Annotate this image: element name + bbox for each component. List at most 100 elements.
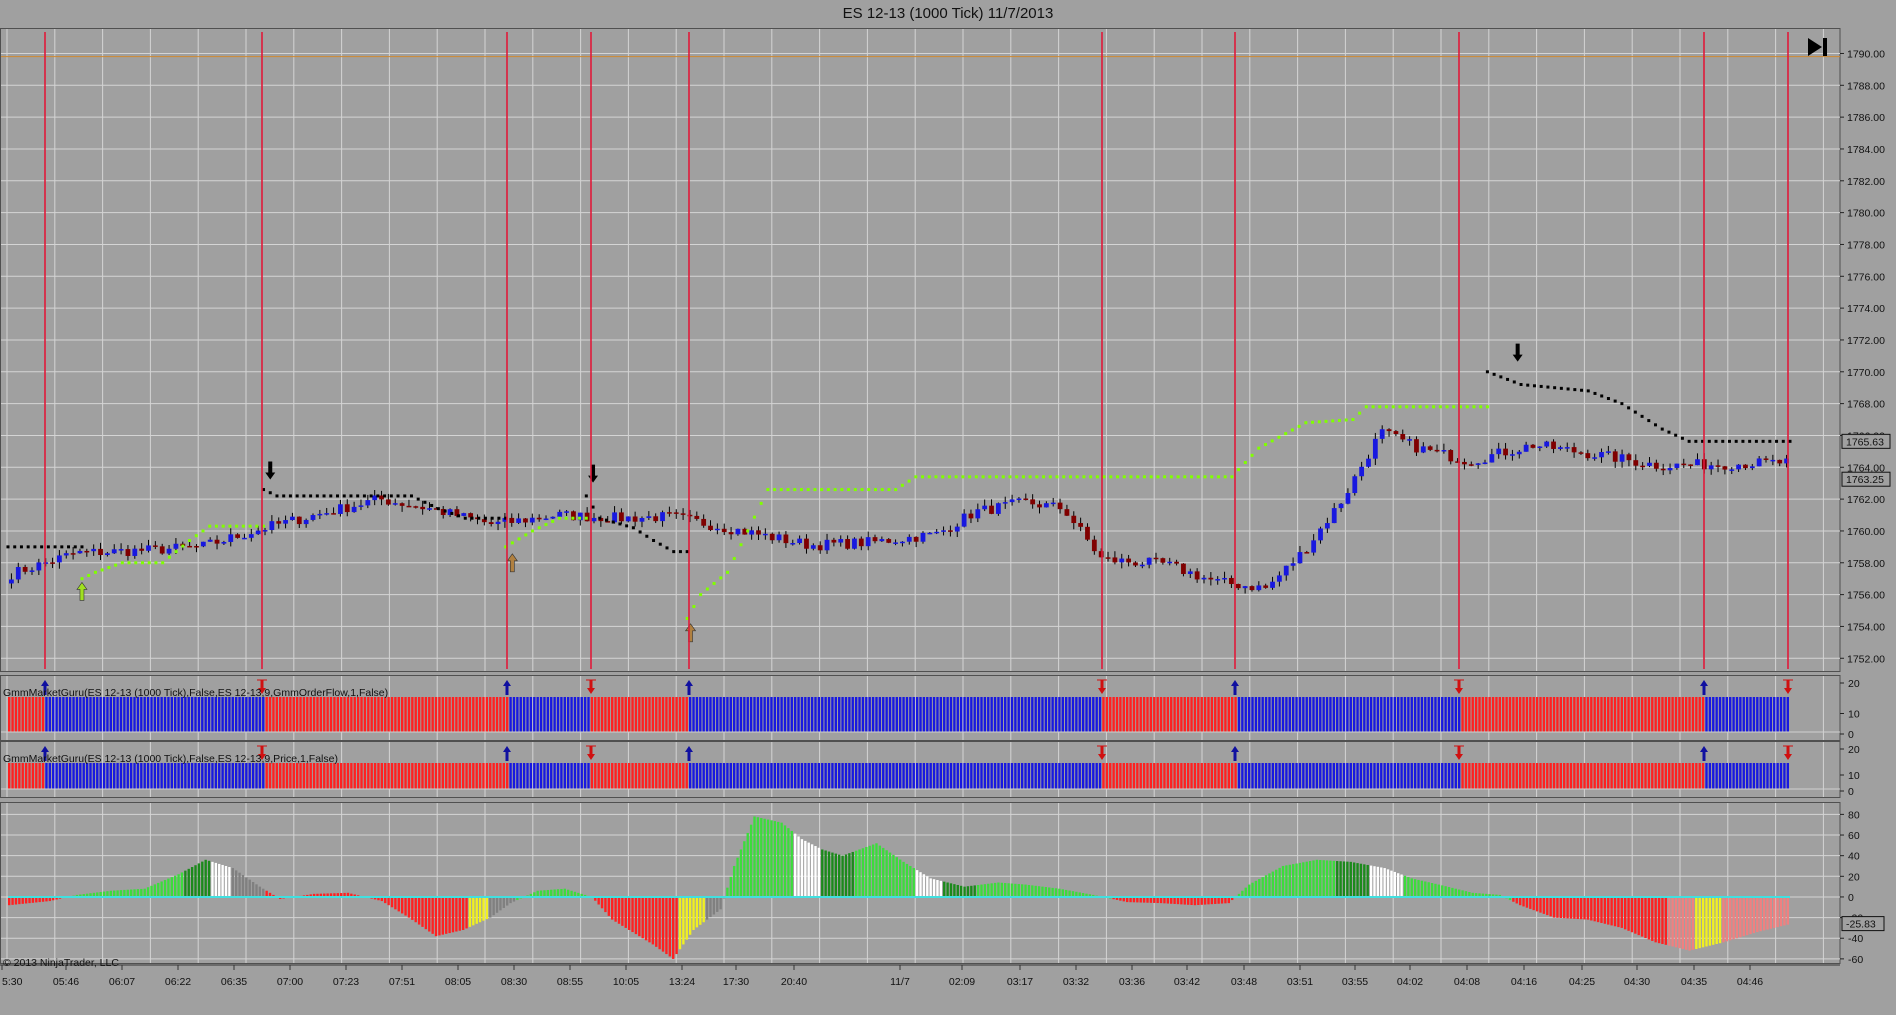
- oscillator-bar: [983, 884, 987, 897]
- histogram-bar: [1434, 763, 1437, 789]
- oscillator-bar: [1024, 884, 1027, 897]
- oscillator-bar: [790, 830, 793, 897]
- arrow-shape: [1512, 343, 1523, 362]
- histogram-bar: [1264, 697, 1268, 732]
- histogram-bar: [1766, 697, 1769, 732]
- histogram-bar: [1515, 763, 1518, 789]
- histogram-bar: [668, 763, 671, 789]
- trailing-stop-dot: [214, 524, 218, 528]
- oscillator-bar: [1664, 896, 1668, 945]
- oscillator-bar: [143, 888, 146, 897]
- trailing-stop-dot: [1748, 439, 1752, 443]
- trailing-stop-dot: [907, 479, 911, 483]
- candle-up: [961, 513, 967, 527]
- histogram-bar: [197, 697, 201, 732]
- y-tick-label: 1754.00: [1847, 621, 1885, 633]
- candle-up: [111, 549, 117, 554]
- buy-arrow-icon: [76, 581, 88, 601]
- histogram-bar: [1380, 763, 1383, 789]
- oscillator-bar: [1315, 859, 1319, 897]
- candle-up: [1379, 429, 1385, 439]
- oscillator-bar: [987, 883, 990, 897]
- histogram-bar: [1122, 763, 1125, 789]
- histogram-bar: [404, 697, 407, 732]
- histogram-bar: [1251, 697, 1254, 732]
- trailing-stop-dot: [1351, 418, 1355, 422]
- oscillator-bar: [705, 896, 709, 920]
- histogram-bar: [489, 763, 492, 789]
- histogram-bar: [1136, 763, 1139, 789]
- histogram-bar: [1573, 763, 1576, 789]
- histogram-bar: [756, 697, 760, 732]
- trailing-stop-dot: [140, 561, 144, 565]
- histogram-bar: [1183, 763, 1186, 789]
- histogram-bar: [99, 763, 102, 789]
- x-tick-label: 04:02: [1397, 976, 1423, 988]
- candle-down: [1263, 585, 1269, 588]
- histogram-bar: [204, 763, 207, 789]
- histogram-bar: [1071, 697, 1075, 732]
- candle-up: [104, 553, 110, 556]
- histogram-bar: [1048, 763, 1051, 789]
- oscillator-bar: [458, 896, 461, 931]
- histogram-bar: [180, 763, 184, 789]
- oscillator-bar: [207, 860, 211, 897]
- oscillator-bar: [1593, 896, 1596, 922]
- trailing-stop-dot: [450, 511, 454, 515]
- candle-down: [831, 539, 837, 543]
- histogram-bar: [1478, 697, 1481, 732]
- oscillator-bar: [746, 832, 749, 897]
- histogram-bar: [688, 763, 692, 789]
- histogram-bar: [661, 763, 665, 789]
- histogram-bar: [1054, 763, 1058, 789]
- histogram-bar: [1397, 697, 1400, 732]
- oscillator-bar: [248, 879, 251, 897]
- oscillator-bar: [211, 861, 214, 897]
- oscillator-bar: [831, 852, 834, 897]
- candle-up: [564, 511, 569, 513]
- histogram-bar: [905, 763, 909, 789]
- histogram-bar: [1264, 763, 1268, 789]
- histogram-bar: [953, 763, 956, 789]
- histogram-bar: [1535, 697, 1539, 732]
- histogram-bar: [777, 763, 780, 789]
- histogram-bar: [1729, 697, 1732, 732]
- oscillator-bar: [729, 876, 732, 897]
- histogram-bar: [136, 763, 140, 789]
- histogram-bar: [1366, 763, 1369, 789]
- histogram-bar: [153, 697, 157, 732]
- up-arrow-icon: [1700, 680, 1708, 695]
- trailing-stop-dot: [1109, 475, 1113, 479]
- histogram-bar: [526, 763, 529, 789]
- histogram-bar: [939, 763, 943, 789]
- histogram-bar: [1756, 697, 1759, 732]
- histogram-bar: [1644, 697, 1647, 732]
- histogram-bar: [194, 763, 197, 789]
- chart-canvas[interactable]: 1752.001754.001756.001758.001760.001762.…: [0, 0, 1896, 1015]
- histogram-bar: [1759, 697, 1762, 732]
- histogram-bar: [973, 697, 976, 732]
- oscillator-bar: [827, 851, 831, 897]
- candle-down: [159, 546, 165, 554]
- histogram-bar: [302, 697, 306, 732]
- y-tick-label: -40: [1848, 933, 1863, 945]
- y-tick-label: 0: [1848, 892, 1854, 904]
- trailing-stop-dot: [416, 497, 420, 501]
- histogram-bar: [1258, 697, 1261, 732]
- histogram-bar: [248, 763, 251, 789]
- trailing-stop-dot: [1553, 386, 1557, 390]
- candle-down: [1133, 562, 1138, 566]
- up-arrow-icon: [685, 746, 693, 761]
- trailing-stop-dot: [362, 494, 366, 498]
- histogram-bar: [926, 697, 929, 732]
- histogram-bar: [1051, 697, 1054, 732]
- histogram-bar: [1356, 763, 1359, 789]
- x-tick-label: 05:46: [53, 976, 79, 988]
- histogram-bar: [760, 763, 763, 789]
- histogram-bar: [1139, 697, 1142, 732]
- histogram-bar: [1705, 697, 1708, 732]
- histogram-bar: [993, 763, 997, 789]
- histogram-bar: [787, 697, 790, 732]
- histogram-bar: [1657, 697, 1661, 732]
- trailing-stop-dot: [1485, 370, 1489, 374]
